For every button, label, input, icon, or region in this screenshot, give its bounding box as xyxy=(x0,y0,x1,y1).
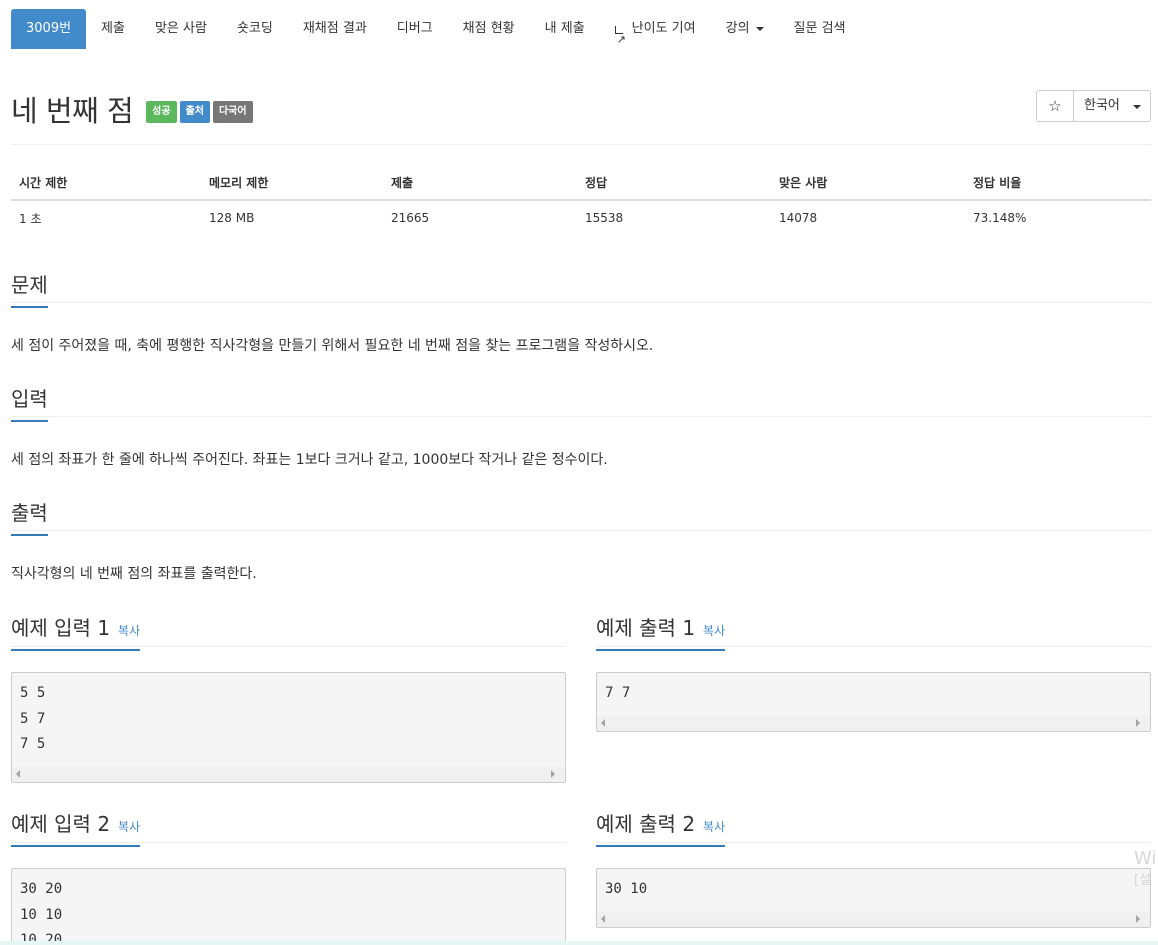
tab-short-coding[interactable]: 숏코딩 xyxy=(222,9,288,49)
tab-label: 맞은 사람 xyxy=(154,21,207,36)
accept-ratio-value: 73.148% xyxy=(973,211,1027,225)
sample-title: 예제 출력 2 xyxy=(596,812,696,836)
sample-title: 예제 입력 1 xyxy=(11,616,111,640)
sample-output-1-box[interactable]: 7 7 xyxy=(596,672,1151,732)
output-description: 직사각형의 네 번째 점의 좌표를 출력한다. xyxy=(11,566,257,582)
column-header: 맞은 사람 xyxy=(771,166,965,201)
watermark-line: Wi xyxy=(1134,848,1157,869)
sample-line: 5 5 xyxy=(20,685,46,701)
tab-label: 3009번 xyxy=(26,21,72,36)
watermark-line: [설 xyxy=(1134,873,1152,888)
tab-label: 제출 xyxy=(101,21,125,36)
sample-line: 5 7 xyxy=(20,710,46,727)
column-header: 제출 xyxy=(383,166,577,201)
caret-down-icon xyxy=(755,27,764,31)
table-header-row: 시간 제한 메모리 제한 제출 정답 맞은 사람 정답 비율 xyxy=(11,166,1151,201)
tab-debug[interactable]: 디버그 xyxy=(382,9,448,49)
copy-sample-input-2-link[interactable]: 복사 xyxy=(118,818,140,835)
tab-lectures-dropdown[interactable]: 강의 xyxy=(711,9,779,49)
divider xyxy=(11,842,566,843)
sample-line: 10 10 xyxy=(20,906,63,923)
problem-description: 세 점이 주어졌을 때, 축에 평행한 직사각형을 만들기 위해서 필요한 네 … xyxy=(11,338,654,354)
tab-question-search[interactable]: 질문 검색 xyxy=(779,9,861,49)
tab-label: 강의 xyxy=(725,21,750,36)
problem-info-table: 시간 제한 메모리 제한 제출 정답 맞은 사람 정답 비율 1 초 128 M… xyxy=(11,166,1151,235)
windows-activation-watermark: Wi [설 xyxy=(1134,848,1156,892)
scroll-left-icon xyxy=(601,719,605,727)
language-selected: 한국어 xyxy=(1084,98,1120,113)
tab-submit[interactable]: 제출 xyxy=(86,9,140,49)
tab-judge-status[interactable]: 채점 현황 xyxy=(448,9,530,49)
divider xyxy=(596,842,1151,843)
horizontal-scrollbar[interactable] xyxy=(12,767,565,782)
sample-title: 예제 출력 1 xyxy=(596,616,696,640)
scroll-left-icon xyxy=(601,915,605,923)
memory-limit-value: 128 MB xyxy=(209,211,255,225)
sample-output-2-box[interactable]: 30 10 xyxy=(596,868,1151,928)
tab-accepted-users[interactable]: 맞은 사람 xyxy=(140,9,222,49)
tab-label: 재채점 결과 xyxy=(302,21,367,36)
time-limit-value: 1 초 xyxy=(19,211,42,226)
sample-line: 30 20 xyxy=(20,881,63,897)
scroll-right-icon xyxy=(1136,915,1140,923)
sample-line: 30 10 xyxy=(605,881,648,897)
column-header: 정답 xyxy=(577,166,771,201)
copy-sample-input-1-link[interactable]: 복사 xyxy=(118,622,140,639)
submissions-value: 21665 xyxy=(391,211,430,225)
chevron-down-icon xyxy=(1133,105,1141,109)
badge-multilingual: 다국어 xyxy=(212,101,253,123)
bottom-strip xyxy=(0,941,1158,945)
tab-label: 디버그 xyxy=(396,21,433,36)
favorite-star-button[interactable]: ☆ xyxy=(1036,90,1074,122)
solved-users-value: 14078 xyxy=(779,211,818,225)
page-title: 네 번째 점 xyxy=(11,94,134,128)
sample-input-2-box[interactable]: 30 20 10 10 10 20 xyxy=(11,868,566,945)
external-link-icon xyxy=(614,20,626,60)
accepted-value: 15538 xyxy=(585,211,624,225)
sample-input-1-box[interactable]: 5 5 5 7 7 5 xyxy=(11,672,566,783)
tab-label: 내 제출 xyxy=(544,21,585,36)
tab-label: 채점 현황 xyxy=(462,21,515,36)
scroll-right-icon xyxy=(551,770,555,778)
scroll-left-icon xyxy=(16,770,20,778)
sample-line: 7 7 xyxy=(605,685,631,701)
tab-difficulty-contribution[interactable]: 난이도 기여 xyxy=(600,9,711,60)
scroll-right-icon xyxy=(1136,719,1140,727)
divider xyxy=(11,144,1151,145)
problem-badges: 성공 출처 다국어 xyxy=(146,101,253,123)
tab-my-submissions[interactable]: 내 제출 xyxy=(530,9,600,49)
input-description: 세 점의 좌표가 한 줄에 하나씩 주어진다. 좌표는 1보다 크거나 같고, … xyxy=(11,452,608,468)
sample-title: 예제 입력 2 xyxy=(11,812,111,836)
tab-label: 난이도 기여 xyxy=(631,21,696,36)
tab-rejudge-results[interactable]: 재채점 결과 xyxy=(288,9,382,49)
language-select[interactable]: 한국어 xyxy=(1073,90,1151,122)
sample-line: 7 5 xyxy=(20,736,46,752)
table-row: 1 초 128 MB 21665 15538 14078 73.148% xyxy=(11,200,1151,235)
divider xyxy=(11,530,1151,531)
tab-problem[interactable]: 3009번 xyxy=(11,9,87,49)
divider xyxy=(596,646,1151,647)
column-header: 정답 비율 xyxy=(965,166,1151,201)
divider xyxy=(11,302,1151,303)
column-header: 시간 제한 xyxy=(11,166,201,201)
divider xyxy=(11,646,566,647)
copy-sample-output-1-link[interactable]: 복사 xyxy=(703,622,725,639)
column-header: 메모리 제한 xyxy=(201,166,383,201)
problem-nav-tabs: 3009번 제출 맞은 사람 숏코딩 재채점 결과 디버그 채점 현황 내 제출… xyxy=(11,9,861,60)
tab-label: 질문 검색 xyxy=(793,21,846,36)
tab-label: 숏코딩 xyxy=(236,21,273,36)
star-icon: ☆ xyxy=(1048,97,1062,115)
badge-success: 성공 xyxy=(146,101,177,123)
badge-source[interactable]: 출처 xyxy=(179,101,210,123)
horizontal-scrollbar[interactable] xyxy=(597,716,1150,731)
problem-title-row: 네 번째 점 성공 출처 다국어 xyxy=(11,88,253,130)
divider xyxy=(11,416,1151,417)
copy-sample-output-2-link[interactable]: 복사 xyxy=(703,818,725,835)
horizontal-scrollbar[interactable] xyxy=(597,912,1150,927)
